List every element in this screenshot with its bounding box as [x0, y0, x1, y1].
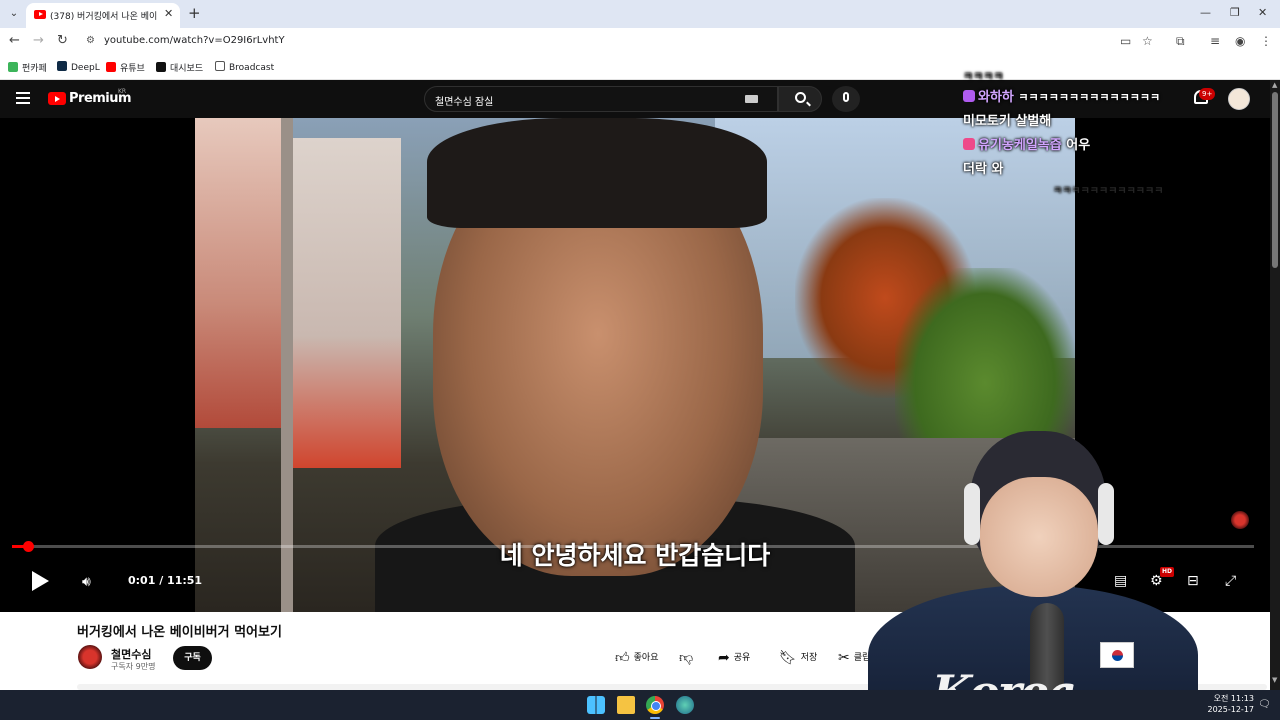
korea-flag-icon: [1100, 642, 1134, 668]
tab-title: (378) 버거킹에서 나온 베이비버거 먹어보기 - YouTube: [50, 12, 158, 22]
play-icon[interactable]: [32, 571, 49, 591]
chat-line-faded: ㅋㅋㅋㅋㅋㅋㅋㅋㅋㅋㅋㅋ: [1053, 186, 1164, 197]
youtube-icon: [106, 62, 116, 72]
tab-search-chevron-icon[interactable]: ⌄: [6, 6, 22, 22]
like-button[interactable]: 👍︎ 좋아요: [615, 646, 658, 670]
video-scene-hair: [427, 118, 767, 228]
share-arrow-icon: ➦: [718, 650, 730, 666]
subscriber-count: 구독자 9만명: [111, 662, 156, 671]
dashboard-icon: [156, 62, 166, 72]
share-button[interactable]: ➦ 공유: [718, 646, 750, 670]
forward-arrow-icon[interactable]: →: [33, 33, 44, 48]
windows-start-icon[interactable]: [587, 696, 605, 714]
keyboard-icon[interactable]: [745, 95, 758, 103]
heart-badge-icon: [963, 90, 975, 102]
close-tab-icon[interactable]: ✕: [164, 7, 173, 20]
site-info-tune-icon[interactable]: ⚙: [86, 35, 95, 46]
search-input-value[interactable]: 철면수심 잠실: [435, 93, 493, 108]
microphone-icon: [843, 92, 849, 102]
browser-tab-active[interactable]: (378) 버거킹에서 나온 베이비버거 먹어보기 - YouTube ✕: [26, 3, 180, 28]
youtube-page: Premium KR 철면수심 잠실 9+ 네 안녕하세요 반갑습니다 🔊︎ 0…: [0, 70, 1270, 720]
account-avatar[interactable]: [1228, 88, 1250, 110]
extensions-puzzle-icon[interactable]: ⧉: [1176, 34, 1185, 49]
video-title: 버거킹에서 나온 베이비버거 먹어보기: [77, 625, 282, 640]
browser-toolbar: ← → ↻ ⚙ youtube.com/watch?v=O29I6rLvhtY …: [0, 28, 1280, 56]
globe-app-icon[interactable]: [676, 696, 694, 714]
page-scrollbar[interactable]: ▲ ▼: [1270, 80, 1280, 690]
scroll-down-arrow-icon[interactable]: ▼: [1272, 676, 1277, 684]
chat-line-cut: ㅋㅋㅋㅋ: [963, 70, 1004, 83]
streamer-webcam: Korea: [862, 425, 1202, 720]
chat-overlay: ㅋㅋㅋㅋ 와하하 ㅋㅋㅋㅋㅋㅋㅋㅋㅋㅋㅋㅋㅋㅋ 미모토키 살벌해 유기농케일녹즙…: [963, 68, 1203, 198]
dislike-button[interactable]: 👎︎: [679, 646, 697, 670]
bookmark-item-0[interactable]: 펀카페: [8, 61, 47, 75]
close-window-icon[interactable]: ✕: [1258, 6, 1267, 19]
chat-line-1: 미모토키 살벌해: [963, 114, 1052, 129]
thumbs-up-icon: 👍︎: [615, 650, 630, 666]
progress-scrubber[interactable]: [23, 541, 34, 552]
bookmark-item-1[interactable]: DeepL: [57, 61, 100, 75]
channel-name[interactable]: 철면수심: [111, 646, 151, 662]
voice-search-button[interactable]: [832, 86, 860, 112]
time-display: 0:01 / 11:51: [128, 574, 203, 587]
save-button[interactable]: 🔖︎ 저장: [779, 646, 817, 670]
youtube-logo-icon[interactable]: [48, 92, 66, 105]
bookmark-item-3[interactable]: 대시보드: [156, 61, 203, 75]
reload-icon[interactable]: ↻: [57, 33, 68, 48]
browser-tab-strip: ⌄ (378) 버거킹에서 나온 베이비버거 먹어보기 - YouTube ✕ …: [0, 0, 1280, 28]
chat-line-0: 와하하 ㅋㅋㅋㅋㅋㅋㅋㅋㅋㅋㅋㅋㅋㅋ: [963, 86, 1160, 105]
headphone-left-icon: [964, 483, 980, 545]
deepl-icon: [57, 61, 67, 71]
cast-icon[interactable]: ▭: [1120, 34, 1131, 48]
headphone-right-icon: [1098, 483, 1114, 545]
minimize-window-icon[interactable]: —: [1200, 6, 1211, 19]
chat-line-2: 유기농케일녹즙 어우: [963, 134, 1090, 153]
video-scene-banner-left: [195, 118, 285, 428]
youtube-favicon-icon: [34, 10, 46, 19]
reading-list-icon[interactable]: ≡: [1210, 34, 1220, 48]
channel-avatar[interactable]: [78, 645, 102, 669]
profile-avatar-icon[interactable]: ◉: [1235, 34, 1245, 48]
scissors-icon: ✂: [838, 650, 850, 666]
volume-icon[interactable]: 🔊︎: [82, 574, 91, 590]
back-arrow-icon[interactable]: ←: [9, 33, 20, 48]
search-icon: [795, 92, 806, 103]
active-app-indicator: [650, 717, 660, 719]
chat-line-3: 더락 와: [963, 162, 1004, 177]
new-tab-plus-icon[interactable]: +: [188, 4, 201, 22]
channel-watermark-icon[interactable]: [1231, 511, 1249, 529]
heart-badge-icon: [963, 138, 975, 150]
hamburger-menu-icon[interactable]: [16, 92, 30, 104]
scrollbar-thumb[interactable]: [1272, 92, 1278, 268]
bookmark-icon: 🔖︎: [779, 650, 797, 666]
notification-center-icon[interactable]: 🗨︎: [1258, 699, 1271, 710]
video-scene-banner-right: [291, 138, 401, 468]
taskbar-clock[interactable]: 오전 11:13 2025-12-17: [1204, 693, 1255, 715]
clock-date: 2025-12-17: [1207, 705, 1255, 714]
address-bar[interactable]: ⚙ youtube.com/watch?v=O29I6rLvhtY: [80, 31, 1170, 53]
bookmark-item-4[interactable]: Broadcast: [215, 61, 274, 75]
bookmark-star-icon[interactable]: ☆: [1142, 34, 1153, 48]
search-button[interactable]: [778, 86, 822, 112]
url-text[interactable]: youtube.com/watch?v=O29I6rLvhtY: [104, 35, 285, 46]
windows-taskbar: 오전 11:13 2025-12-17 🗨︎: [0, 690, 1280, 720]
clock-time: 오전 11:13: [1213, 694, 1254, 703]
subscribe-button[interactable]: 구독: [173, 646, 212, 670]
thumbs-down-icon: 👎︎: [679, 650, 694, 666]
maximize-window-icon[interactable]: ❐: [1230, 6, 1240, 19]
file-explorer-icon[interactable]: [617, 696, 635, 714]
leaf-icon: [8, 62, 18, 72]
chrome-menu-icon[interactable]: ⋮: [1260, 34, 1272, 48]
fullscreen-icon[interactable]: ⤢: [1225, 573, 1236, 589]
chrome-icon[interactable]: [646, 696, 664, 714]
bookmark-item-2[interactable]: 유튜브: [106, 61, 145, 75]
scroll-up-arrow-icon[interactable]: ▲: [1272, 81, 1277, 89]
region-code: KR: [118, 88, 127, 95]
folder-icon: [215, 61, 225, 71]
search-input[interactable]: 철면수심 잠실: [424, 86, 778, 112]
webcam-face: [980, 477, 1098, 597]
